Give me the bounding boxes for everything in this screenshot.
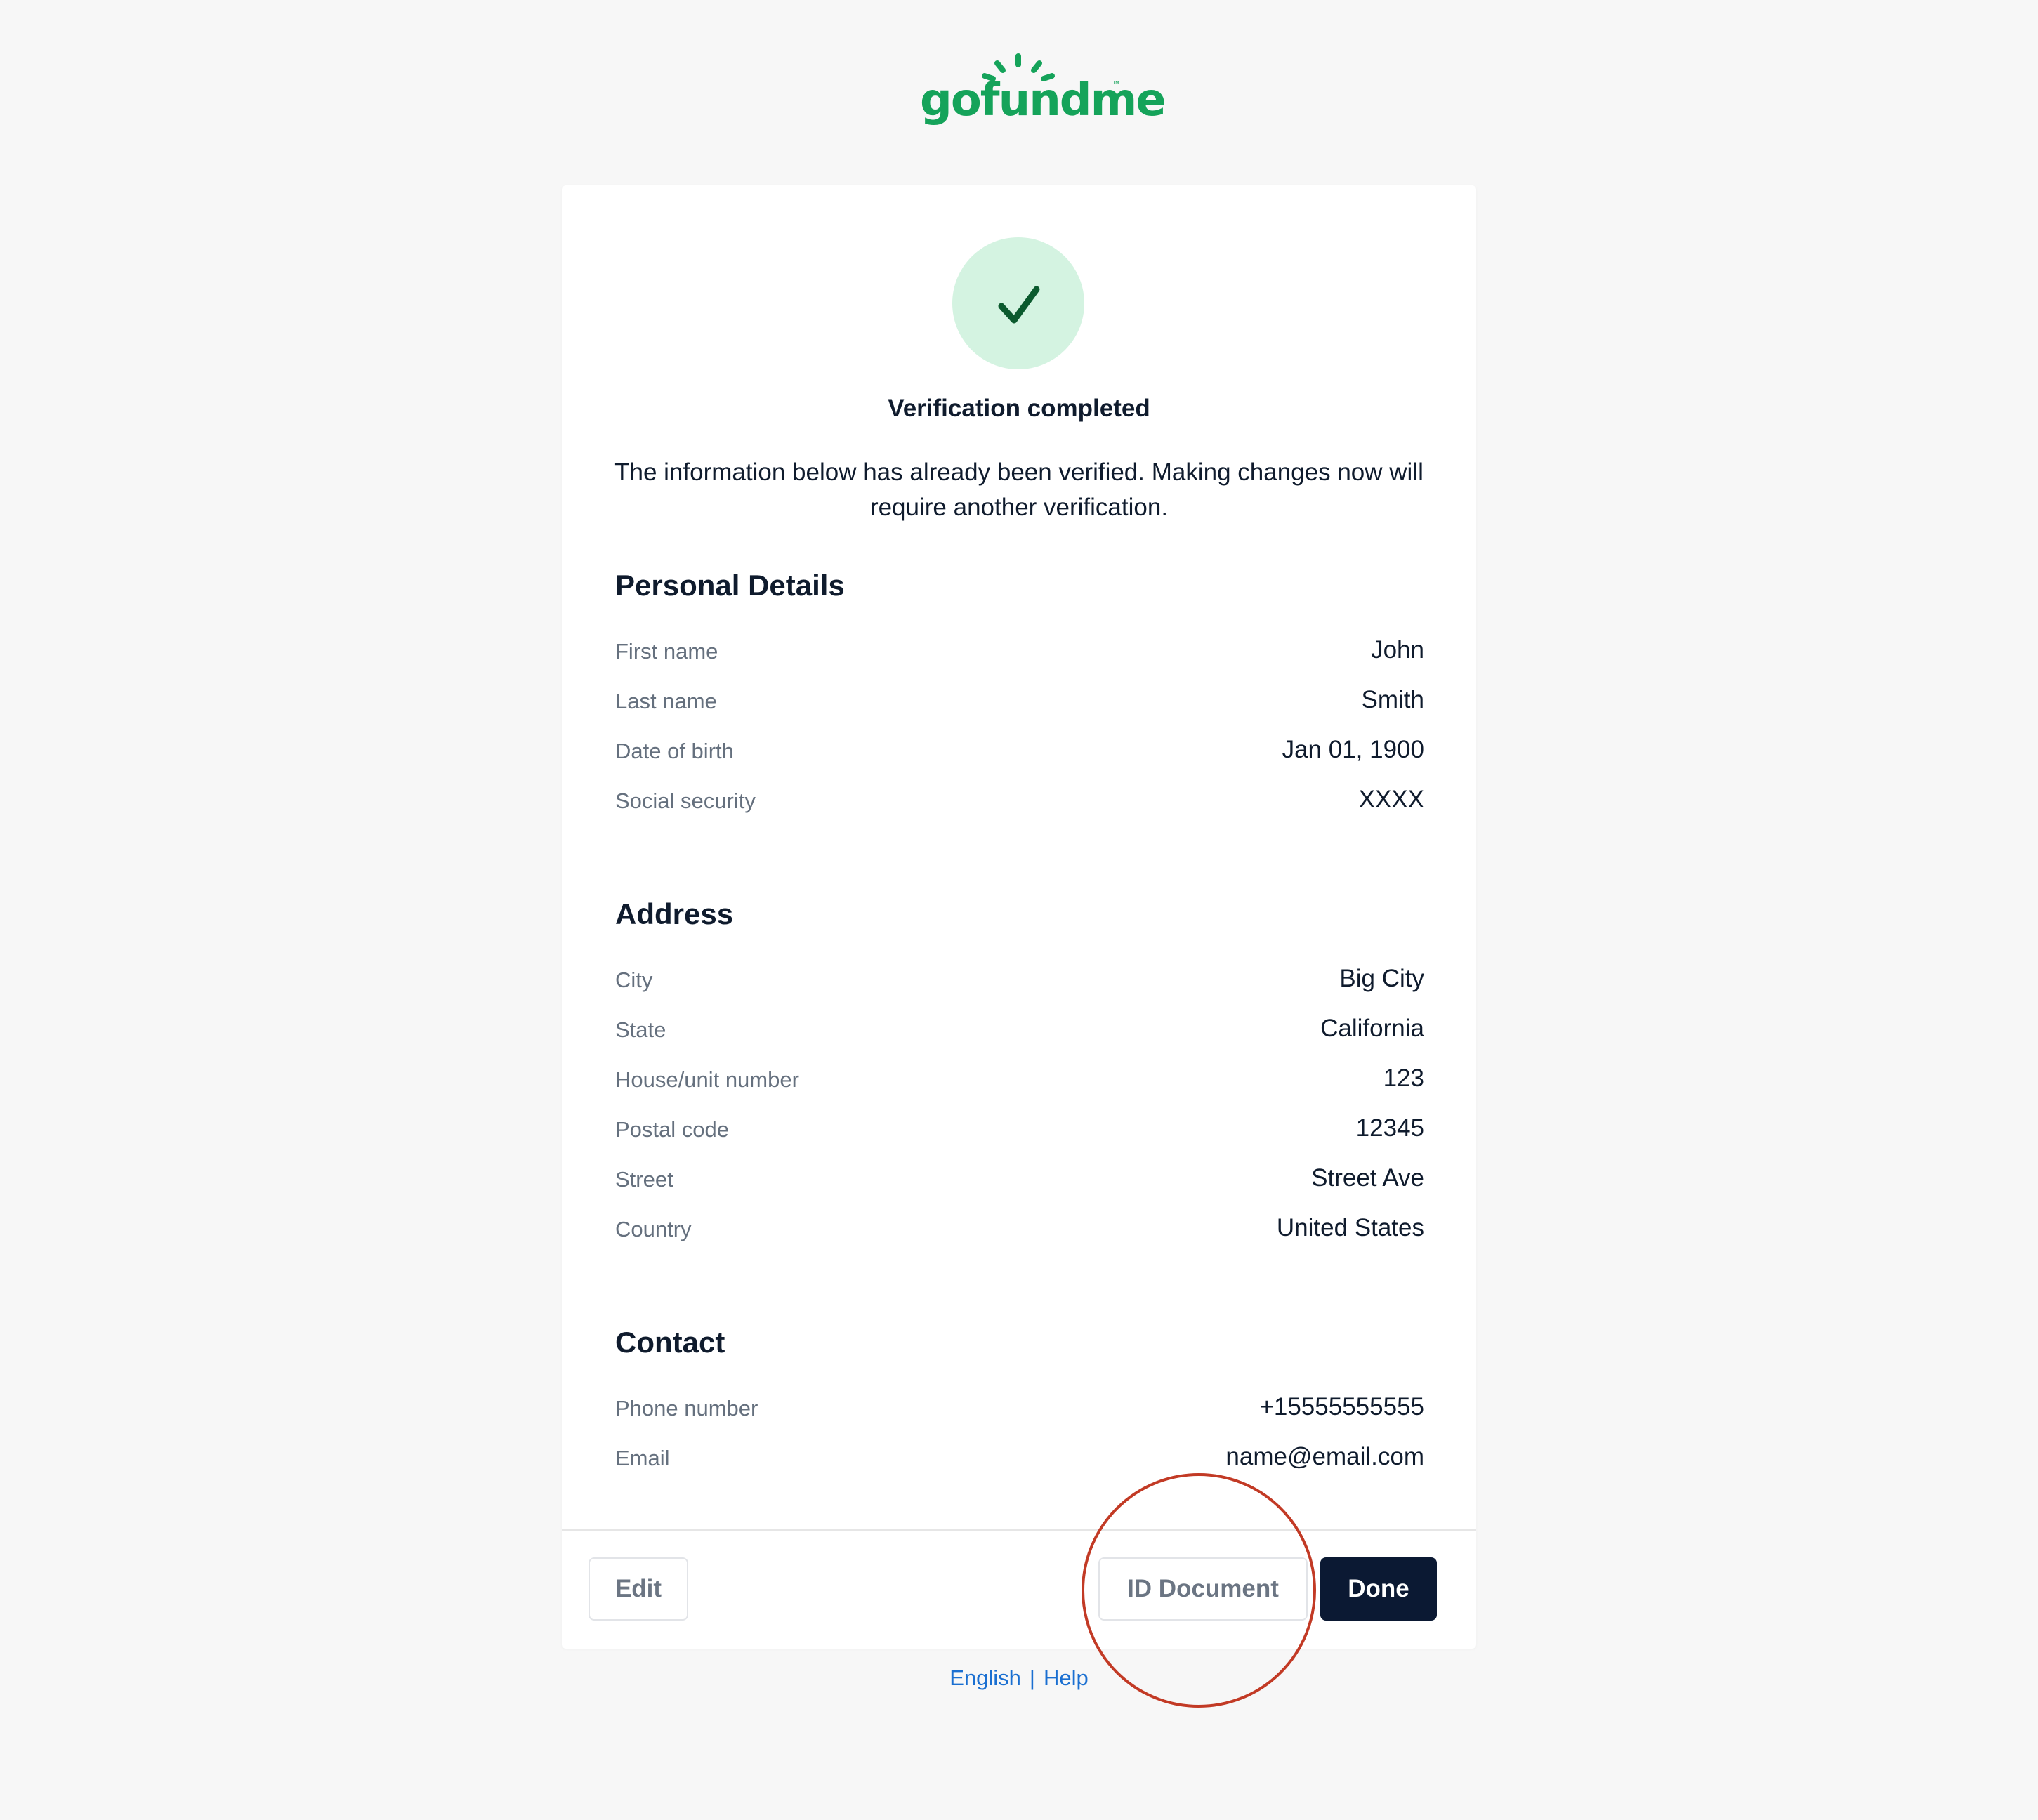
row-label: State: [615, 1017, 666, 1042]
row-label: Street: [615, 1167, 673, 1192]
trademark-mark: ™: [1112, 80, 1119, 88]
row-label: Country: [615, 1217, 692, 1241]
page-footer: English | Help: [0, 1666, 2038, 1691]
row-value: +15555555555: [1259, 1393, 1424, 1420]
row-label: Email: [615, 1446, 670, 1470]
status-title: Verification completed: [888, 395, 1150, 422]
row-label: Last name: [615, 689, 717, 713]
detail-row: Phone number +15555555555: [615, 1390, 1424, 1425]
detail-row: Email name@email.com: [615, 1440, 1424, 1475]
detail-row: Date of birth Jan 01, 1900: [615, 733, 1424, 768]
gofundme-logo: gofundme ™: [920, 49, 1166, 126]
section-title-contact: Contact: [615, 1326, 725, 1359]
row-label: House/unit number: [615, 1067, 799, 1092]
success-badge: [952, 237, 1084, 369]
detail-row: First name John: [615, 633, 1424, 668]
footer-divider: [562, 1529, 1476, 1531]
section-title-address: Address: [615, 897, 734, 930]
detail-row: Street Street Ave: [615, 1161, 1424, 1196]
row-label: Phone number: [615, 1396, 758, 1420]
row-value: 123: [1383, 1064, 1424, 1092]
row-value: Street Ave: [1311, 1164, 1424, 1192]
row-label: Date of birth: [615, 739, 734, 763]
detail-row: Social security XXXX: [615, 783, 1424, 818]
section-title-personal: Personal Details: [615, 569, 845, 602]
detail-row: State California: [615, 1012, 1424, 1047]
row-value: name@email.com: [1225, 1443, 1424, 1470]
row-label: Postal code: [615, 1117, 729, 1142]
row-value: John: [1371, 636, 1424, 664]
status-message: The information below has already been v…: [614, 459, 1424, 521]
row-label: Social security: [615, 789, 756, 813]
detail-row: Postal code 12345: [615, 1112, 1424, 1147]
row-value: XXXX: [1358, 786, 1424, 813]
row-value: Jan 01, 1900: [1282, 736, 1424, 763]
verification-card: Verification completed The information b…: [562, 185, 1476, 1649]
row-value: Smith: [1361, 686, 1424, 713]
row-value: California: [1320, 1015, 1424, 1042]
language-link[interactable]: English: [949, 1666, 1021, 1690]
checkmark-icon: [998, 286, 1040, 324]
edit-button[interactable]: Edit: [589, 1557, 688, 1621]
footer-separator: |: [1029, 1666, 1035, 1690]
detail-row: Last name Smith: [615, 683, 1424, 718]
done-button[interactable]: Done: [1320, 1557, 1437, 1621]
detail-row: Country United States: [615, 1211, 1424, 1246]
detail-row: House/unit number 123: [615, 1062, 1424, 1097]
row-label: City: [615, 968, 653, 992]
row-label: First name: [615, 639, 718, 664]
brand-name: gofundme: [920, 74, 1166, 126]
row-value: 12345: [1355, 1114, 1424, 1142]
row-value: United States: [1276, 1214, 1424, 1241]
detail-row: City Big City: [615, 962, 1424, 997]
row-value: Big City: [1339, 965, 1424, 992]
help-link[interactable]: Help: [1044, 1666, 1089, 1690]
